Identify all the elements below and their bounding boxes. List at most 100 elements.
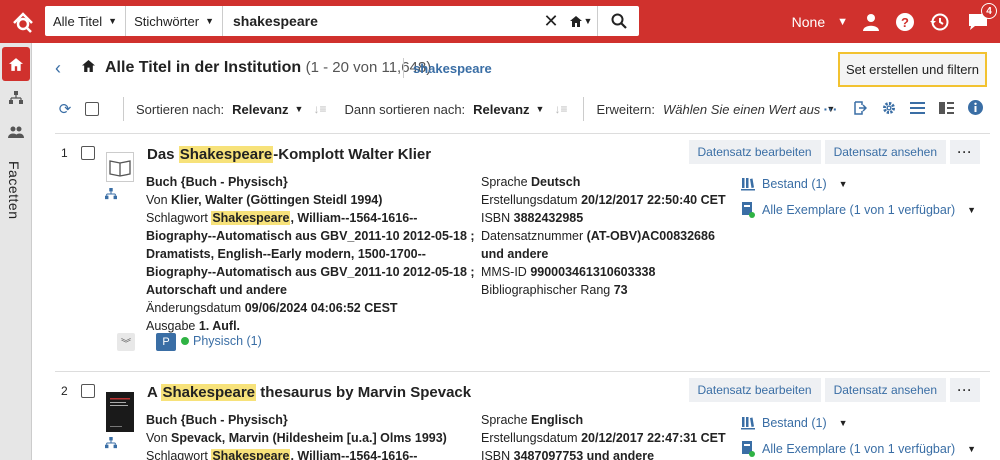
language-line: Sprache Englisch [481, 411, 731, 429]
isbn-value: 3487097753 und andere [513, 449, 655, 460]
subject-line: Schlagwort Shakespeare, William--1564-16… [146, 447, 476, 460]
record-holdings: Bestand (1) ▼ Alle Exemplare (1 von 1 ve… [740, 173, 980, 225]
expand-select[interactable]: Wählen Sie einen Wert aus [663, 102, 820, 117]
created-label: Erstellungsdatum [481, 193, 582, 207]
view-record-button[interactable]: Datensatz ansehen [824, 140, 946, 164]
items-link[interactable]: Alle Exemplare (1 von 1 verfügbar) ▼ [740, 438, 980, 460]
rail-hierarchy-icon[interactable] [0, 81, 32, 115]
field-select-label: Stichwörter [134, 13, 200, 29]
expand-chevron-icon[interactable]: ︾ [117, 333, 135, 351]
mms-value: 990003461310603338 [530, 265, 656, 279]
record-title[interactable]: A Shakespeare thesaurus by Marvin Spevac… [147, 384, 471, 401]
facets-toggle[interactable]: Facetten [6, 161, 22, 219]
hierarchy-icon[interactable] [105, 437, 117, 452]
split-view-icon[interactable] [932, 101, 961, 117]
query-chip[interactable]: shakespeare [413, 61, 492, 76]
search-highlight: Shakespeare [161, 384, 257, 401]
title-suffix: -Komplott Walter Klier [273, 146, 432, 163]
sort-select[interactable]: Relevanz [232, 102, 288, 117]
language-line: Sprache Deutsch [481, 173, 731, 191]
record-actions: Datensatz bearbeiten Datensatz ansehen ·… [688, 140, 980, 164]
rank-label: Bibliographischer Rang [481, 283, 614, 297]
view-record-button[interactable]: Datensatz ansehen [824, 378, 946, 402]
chevron-down-icon[interactable]: ▼ [839, 179, 848, 189]
settings-gear-icon[interactable] [874, 101, 903, 118]
app-logo-icon[interactable] [10, 9, 36, 35]
notifications-icon[interactable]: 4 [956, 0, 1000, 43]
available-dot-icon [181, 337, 189, 345]
search-input[interactable]: shakespeare [223, 13, 537, 29]
user-icon[interactable] [854, 0, 888, 43]
items-link[interactable]: Alle Exemplare (1 von 1 verfügbar) ▼ [740, 199, 980, 221]
book-cover-image[interactable] [106, 392, 134, 432]
page-title: Alle Titel in der Institution (1 - 20 vo… [105, 59, 431, 77]
chevron-down-icon[interactable]: ▼ [295, 104, 304, 114]
title-suffix: thesaurus by Marvin Spevack [256, 384, 472, 401]
rail-users-icon[interactable] [0, 115, 32, 149]
physical-availability[interactable]: Physisch (1) [181, 334, 262, 348]
items-available-icon [740, 202, 756, 218]
record-checkbox[interactable] [81, 384, 95, 398]
language-value: Deutsch [531, 175, 581, 189]
chevron-down-icon[interactable]: ▼ [967, 444, 976, 454]
notifications-badge: 4 [981, 3, 997, 19]
isbn-label: ISBN [481, 449, 514, 460]
top-bar: Alle Titel ▼ Stichwörter ▼ shakespeare ✕ ▼… [0, 0, 1000, 43]
subject-label: Schlagwort [146, 449, 212, 460]
sort-direction-icon[interactable]: ↓≡ [554, 102, 567, 116]
created-value: 20/12/2017 22:47:31 CET [581, 431, 726, 445]
record-details-right: Sprache Deutsch Erstellungsdatum 20/12/2… [481, 173, 731, 299]
holdings-label: Bestand (1) [762, 416, 827, 430]
author-value: Spevack, Marvin (Hildesheim [u.a.] Olms … [171, 431, 447, 445]
info-icon[interactable] [961, 100, 990, 118]
items-label: Alle Exemplare (1 von 1 verfügbar) [762, 203, 956, 217]
more-options-icon[interactable]: ··· [816, 101, 845, 117]
mms-line: MMS-ID 990003461310603338 [481, 263, 731, 281]
clear-icon[interactable]: ✕ [537, 11, 565, 32]
back-icon[interactable]: ‹ [55, 58, 61, 79]
holdings-link[interactable]: Bestand (1) ▼ [740, 412, 980, 434]
sort-direction-icon[interactable]: ↓≡ [313, 102, 326, 116]
hierarchy-icon[interactable] [105, 188, 117, 203]
chevron-down-icon[interactable]: ▼ [967, 205, 976, 215]
field-select[interactable]: Stichwörter ▼ [126, 6, 224, 36]
rail-home-icon[interactable] [2, 47, 30, 81]
chevron-down-icon[interactable]: ▼ [536, 104, 545, 114]
language-value: Englisch [531, 413, 584, 427]
user-menu-label[interactable]: None [792, 14, 825, 30]
search-bar: Alle Titel ▼ Stichwörter ▼ shakespeare ✕ ▼ [45, 6, 639, 36]
scope-select-label: Alle Titel [53, 13, 103, 29]
create-set-button[interactable]: Set erstellen und filtern [838, 52, 987, 87]
holdings-label: Bestand (1) [762, 177, 827, 191]
record-title[interactable]: Das Shakespeare-Komplott Walter Klier [147, 146, 431, 163]
edit-record-button[interactable]: Datensatz bearbeiten [688, 140, 821, 164]
author-line: Von Spevack, Marvin (Hildesheim [u.a.] O… [146, 429, 476, 447]
scope-select[interactable]: Alle Titel ▼ [45, 6, 127, 36]
edition-value: 1. Aufl. [198, 319, 241, 333]
record-holdings: Bestand (1) ▼ Alle Exemplare (1 von 1 ve… [740, 412, 980, 460]
chevron-down-icon[interactable]: ▼ [839, 418, 848, 428]
help-icon[interactable]: ? [888, 0, 922, 43]
refresh-icon[interactable]: ⟳ [55, 100, 75, 118]
edition-label: Ausgabe [146, 319, 199, 333]
more-options-icon[interactable]: ··· [950, 378, 980, 402]
holdings-link[interactable]: Bestand (1) ▼ [740, 173, 980, 195]
chevron-down-icon[interactable]: ▼ [837, 16, 848, 28]
then-sort-select[interactable]: Relevanz [473, 102, 529, 117]
select-all-checkbox[interactable] [85, 102, 99, 116]
list-view-icon[interactable] [903, 101, 932, 117]
history-icon[interactable] [922, 0, 956, 43]
search-icon[interactable] [597, 6, 639, 36]
home-scope-icon[interactable]: ▼ [565, 15, 597, 27]
isbn-label: ISBN [481, 211, 514, 225]
edit-record-button[interactable]: Datensatz bearbeiten [688, 378, 821, 402]
export-icon[interactable] [845, 100, 874, 118]
divider [123, 97, 124, 121]
more-options-icon[interactable]: ··· [950, 140, 980, 164]
record-checkbox[interactable] [81, 146, 95, 160]
language-label: Sprache [481, 175, 532, 189]
rank-value: 73 [613, 283, 628, 297]
subject-line: Schlagwort Shakespeare, William--1564-16… [146, 209, 476, 299]
book-icon[interactable] [106, 152, 134, 182]
title-prefix: Das [147, 146, 179, 163]
